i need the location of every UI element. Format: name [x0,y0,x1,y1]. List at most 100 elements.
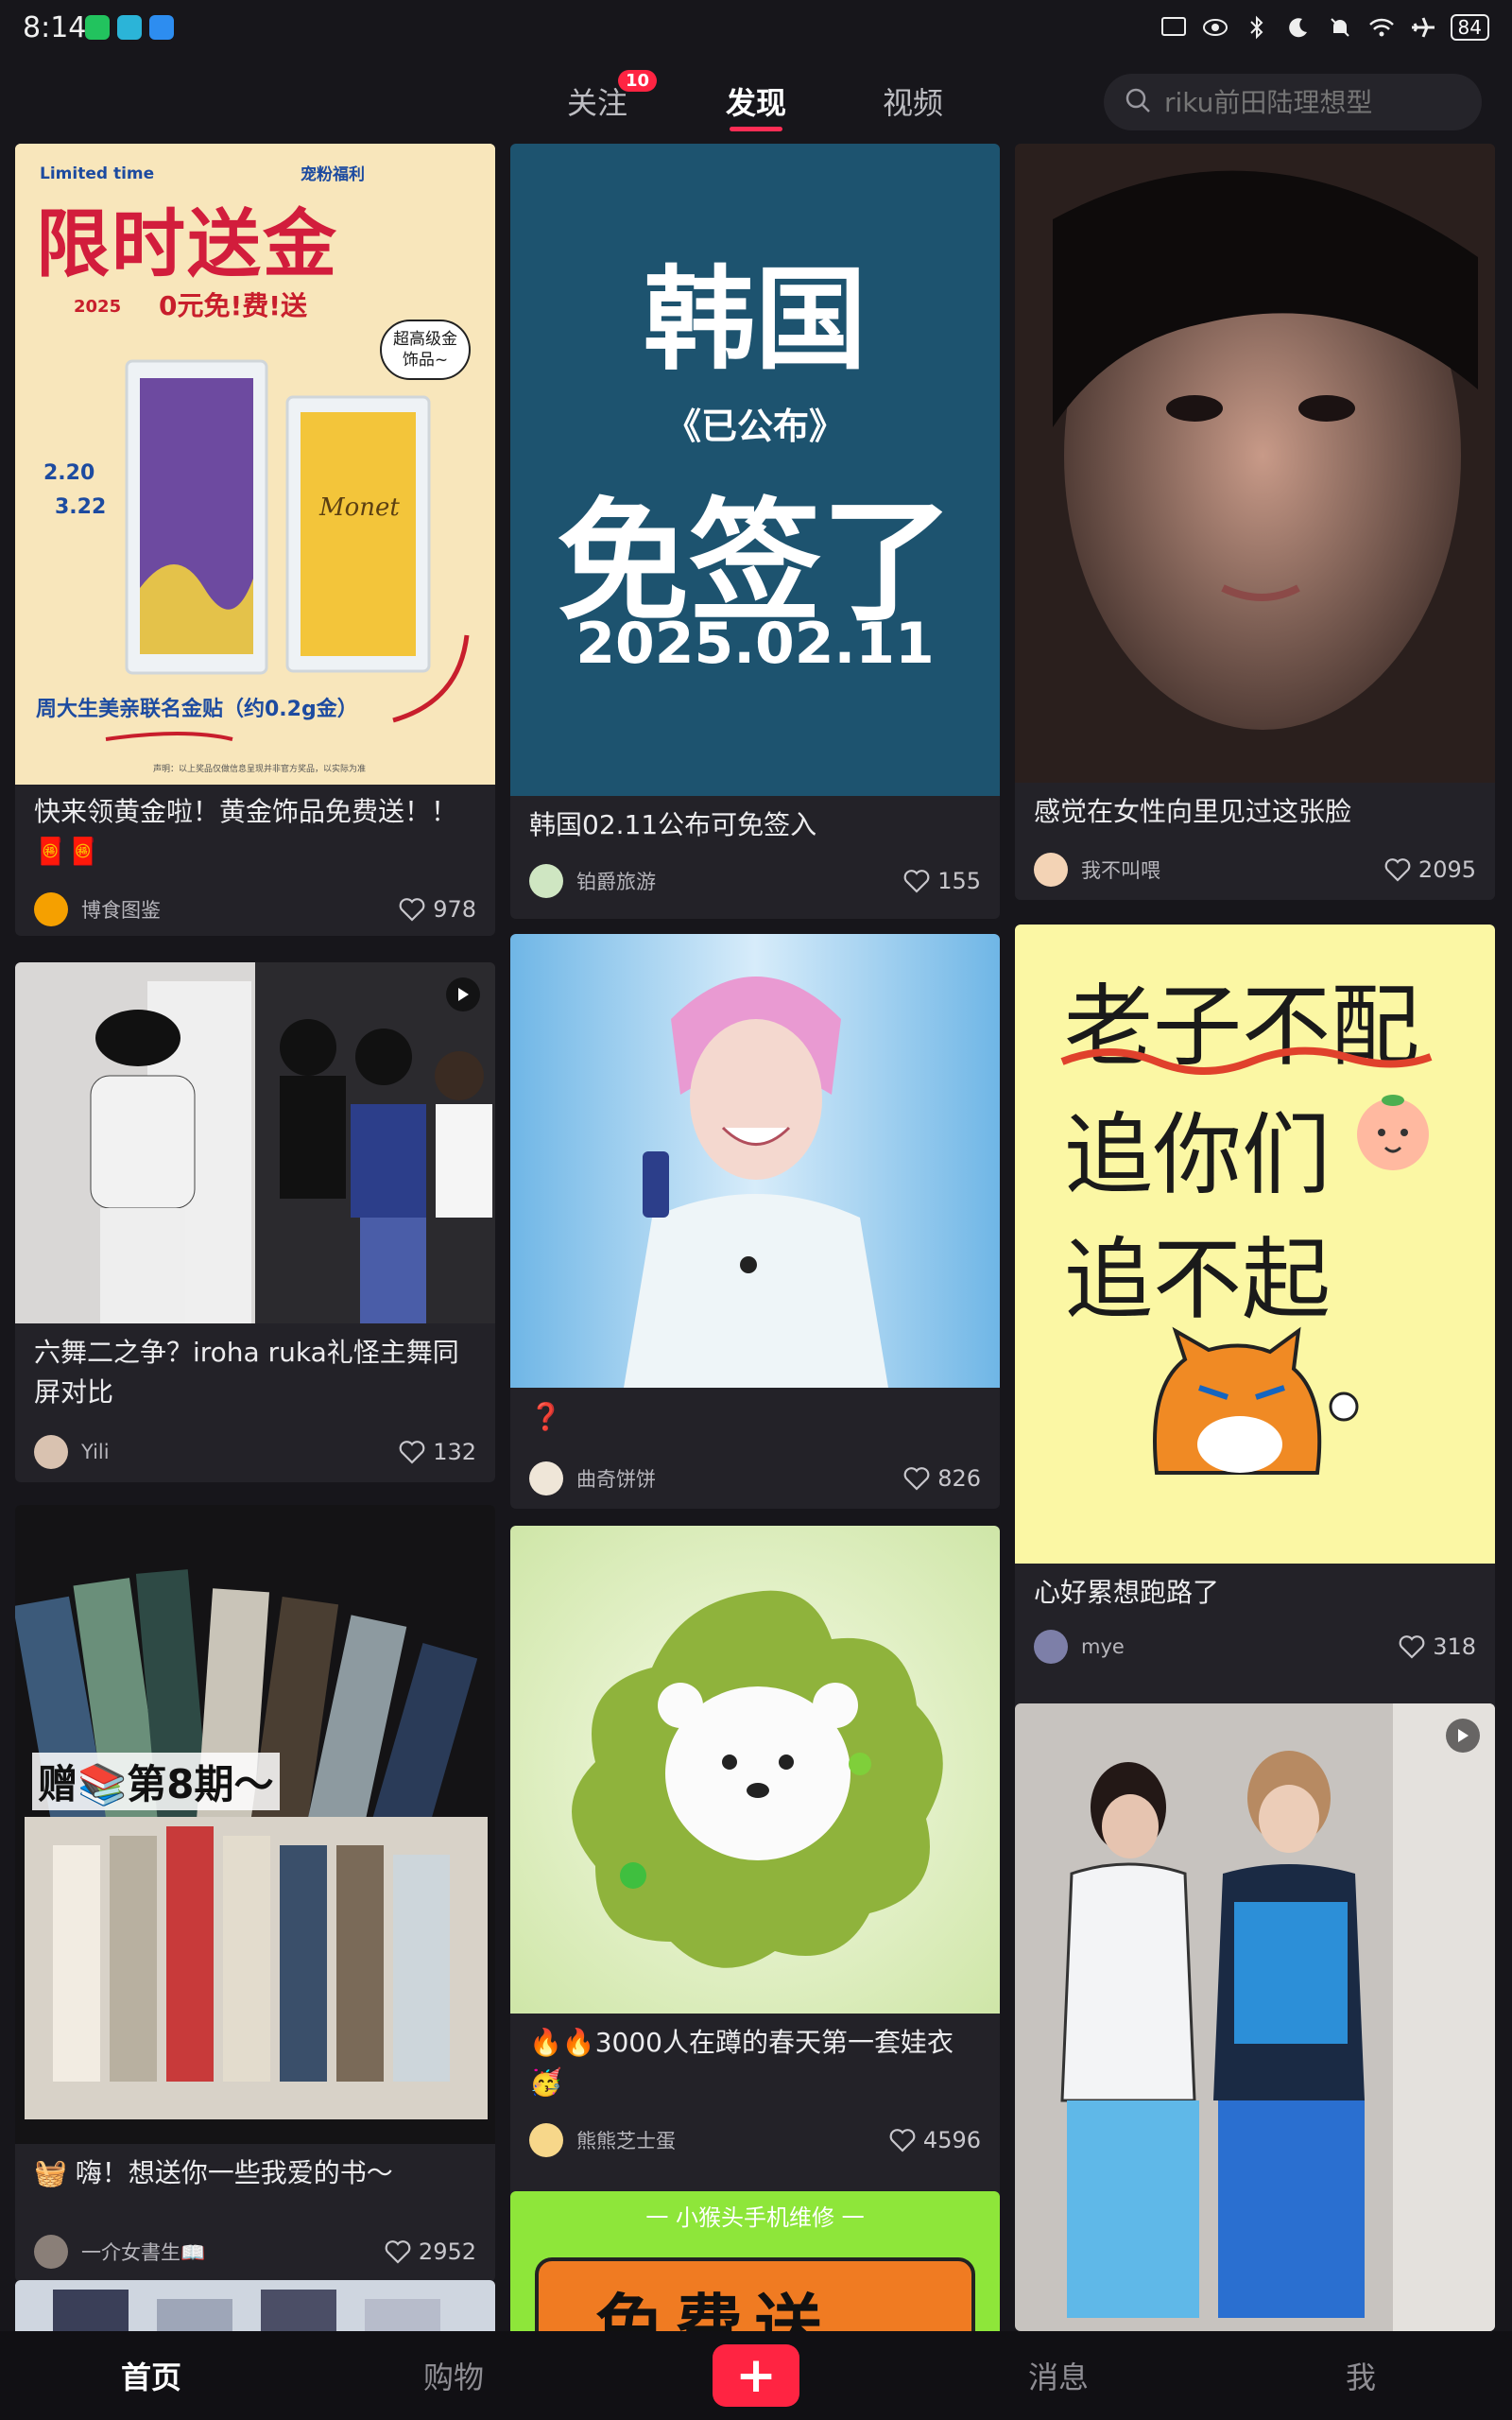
like-button[interactable]: 155 [903,868,981,894]
poster-note: 声明：以上奖品仅做信息呈现并非官方奖品，以实际为准 [153,765,367,774]
cover-overlay-text: 赠📚第8期～ [32,1753,280,1810]
avatar[interactable] [1034,853,1068,887]
note-meta: mye 318 [1034,1628,1476,1666]
author-name[interactable]: 熊熊芝士蛋 [576,2126,889,2154]
nav-me[interactable]: 我 [1304,2354,1418,2397]
cover-top-text: 一 小猴头手机维修 一 [645,2204,865,2231]
like-count: 132 [433,1439,476,1465]
avatar[interactable] [529,1461,563,1495]
poster-en-label: Limited time [40,164,155,183]
nav-home[interactable]: 首页 [94,2354,208,2397]
note-card[interactable]: Limited time 宠粉福利 限时送金 2025 0元免!费!送 超高级金… [15,144,495,936]
status-bar: 8:14 84 [0,0,1512,59]
search-bar[interactable] [1104,74,1482,130]
video-play-icon [446,977,480,1011]
poster-bubble: 超高级金饰品~ [380,320,471,380]
like-button[interactable]: 4596 [889,2127,981,2153]
heart-icon [399,898,425,922]
like-button[interactable]: 2095 [1384,856,1476,883]
cover-line-1: 韩国 [643,254,867,385]
note-meta: 熊熊芝士蛋 4596 [529,2121,981,2159]
author-name[interactable]: 铂爵旅游 [576,867,903,895]
like-button[interactable]: 132 [399,1439,476,1465]
avatar[interactable] [1034,1630,1068,1664]
mute-icon [1326,13,1354,42]
like-button[interactable]: 2952 [385,2238,476,2265]
note-card[interactable]: 感觉在女性向里见过这张脸 我不叫喂 2095 [1015,144,1495,900]
note-title: 🔥🔥3000人在蹲的春天第一套娃衣🥳 [529,2027,954,2098]
author-name[interactable]: Yili [81,1441,399,1463]
like-count: 2952 [418,2238,476,2265]
wechat-icon [85,15,110,40]
bluetooth-icon [1243,13,1271,42]
like-count: 978 [433,896,476,923]
poster-date-end: 3.22 [55,495,107,519]
like-button[interactable]: 978 [399,896,476,923]
author-name[interactable]: 博食图鉴 [81,895,399,924]
like-count: 318 [1433,1634,1476,1660]
discover-feed[interactable]: Limited time 宠粉福利 限时送金 2025 0元免!费!送 超高级金… [0,144,1512,2331]
avatar[interactable] [529,864,563,898]
like-button[interactable]: 826 [903,1465,981,1492]
bottom-nav: 首页 购物 + 消息 我 [0,2331,1512,2420]
cover-headline: 免费送 [595,2287,834,2331]
status-icons: 84 [1160,13,1489,42]
note-card[interactable]: 赠📚第8期～ 🧺 嗨！想送你一些我爱的书～ 一介女書生📖 2952 [15,1505,495,2282]
poster-subhead: 0元免!费!送 [159,290,308,321]
tab-discover[interactable]: 发现 [726,79,786,123]
heart-icon [1384,858,1411,882]
avatar[interactable] [34,892,68,926]
note-title: ❓ [529,1401,562,1432]
eye-icon [1201,13,1229,42]
battery-indicator: 84 [1450,14,1489,41]
note-title: 韩国02.11公布可免签入 [529,809,817,840]
nav-shop[interactable]: 购物 [397,2354,510,2397]
cast-icon [1160,13,1188,42]
note-card[interactable]: 老子不配 追你们 追不起 心好累想跑路了 mye 318 [1015,925,1495,1823]
note-card[interactable]: ❓ 曲奇饼饼 826 [510,934,1000,1509]
note-card[interactable] [1015,1703,1495,2331]
avatar[interactable] [34,1435,68,1469]
heart-icon [385,2240,411,2264]
cover-line-2: 《已公布》 [664,406,845,447]
tab-video[interactable]: 视频 [883,79,943,123]
note-cover [510,934,1000,1388]
note-title: 🧺 嗨！想送你一些我爱的书～ [34,2157,393,2188]
note-meta: 博食图鉴 978 [34,890,476,928]
like-button[interactable]: 318 [1399,1634,1476,1660]
note-cover: 韩国 《已公布》 免签了 2025.02.11 [510,144,1000,796]
author-name[interactable]: 一介女書生📖 [81,2238,385,2266]
like-count: 4596 [922,2127,981,2153]
author-name[interactable]: 我不叫喂 [1081,856,1384,884]
note-cover [15,2280,495,2331]
note-card[interactable]: 一 小猴头手机维修 一 免费送 [510,2191,1000,2331]
note-card[interactable]: 韩国 《已公布》 免签了 2025.02.11 韩国02.11公布可免签入 铂爵… [510,144,1000,919]
like-count: 2095 [1418,856,1476,883]
note-title: 感觉在女性向里见过这张脸 [1034,796,1352,827]
dancers-video-thumbnail [1015,1703,1495,2331]
search-input[interactable] [1164,86,1467,118]
cloud-icon [149,15,174,40]
poster-tag: 宠粉福利 [301,165,365,184]
poster-brand: Monet [319,493,400,522]
note-card[interactable] [15,2280,495,2331]
meme-line-2: 追你们 [1064,1104,1332,1207]
books-photo [15,1505,495,2144]
note-cover [1015,144,1495,783]
nav-messages[interactable]: 消息 [1002,2354,1115,2397]
note-meta: Yili 132 [34,1433,476,1471]
note-cover [15,962,495,1323]
cover-line-4: 2025.02.11 [576,611,935,677]
author-name[interactable]: 曲奇饼饼 [576,1464,903,1493]
poster-date-start: 2.20 [43,461,95,485]
note-card[interactable]: 🔥🔥3000人在蹲的春天第一套娃衣🥳 熊熊芝士蛋 4596 [510,1526,1000,2301]
publish-button[interactable]: + [713,2344,799,2407]
poster-year: 2025 [74,297,122,317]
avatar[interactable] [34,2235,68,2269]
portrait-photo [1015,144,1495,783]
avatar[interactable] [529,2123,563,2157]
plush-doll-photo [510,1526,1000,2014]
author-name[interactable]: mye [1081,1635,1399,1658]
note-card[interactable]: 六舞二之争？iroha ruka礼怪主舞同屏对比 Yili 132 [15,962,495,1482]
note-cover [510,1526,1000,2014]
